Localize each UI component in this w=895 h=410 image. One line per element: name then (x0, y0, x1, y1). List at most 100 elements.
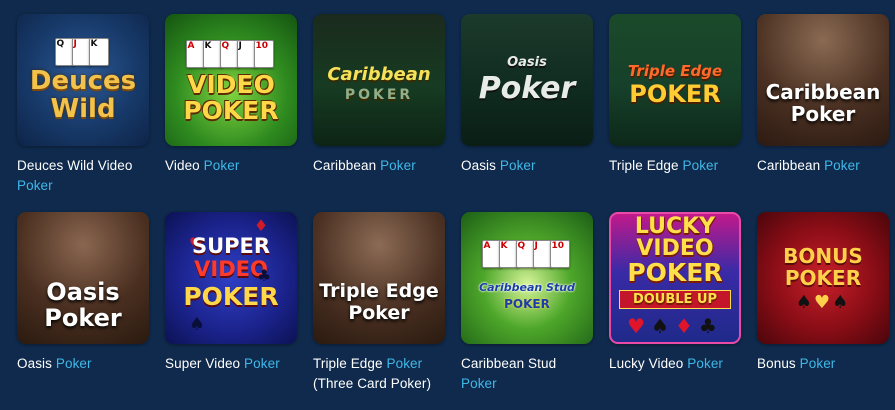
game-title-text: Bonus (757, 356, 796, 371)
game-title-highlight: Poker (687, 356, 724, 371)
thumb-title-line: POKER (629, 80, 721, 108)
thumb-title-line: POKER (183, 96, 279, 125)
game-title[interactable]: Lucky Video Poker (609, 354, 741, 374)
game-title[interactable]: Caribbean Poker (757, 156, 889, 176)
game-thumbnail[interactable]: Triple Edge POKER (609, 14, 741, 146)
game-thumbnail[interactable]: Oasis Poker (461, 14, 593, 146)
game-title-text: Caribbean Stud (461, 356, 557, 371)
game-thumbnail[interactable]: LUCKY VIDEO POKER DOUBLE UP ♥♠♦♣ (609, 212, 741, 344)
game-title-highlight: Poker (461, 376, 497, 391)
game-title[interactable]: Super Video Poker (165, 354, 297, 374)
game-thumbnail[interactable]: Oasis Poker (17, 212, 149, 344)
game-thumbnail[interactable]: Caribbean Poker (757, 14, 889, 146)
thumb-title-line: Poker (348, 302, 410, 324)
game-tile-triple-edge-poker-three-card[interactable]: Triple Edge Poker Triple Edge Poker (Thr… (313, 212, 445, 410)
game-tile-super-video-poker[interactable]: ♥ ♦ SUPER VIDEO POKER ♠ ♣ Super Video Po… (165, 212, 297, 410)
game-tile-caribbean-poker[interactable]: Caribbean POKER Caribbean Poker (313, 14, 445, 212)
club-icon: ♣ (256, 266, 272, 285)
playing-cards-icon: Q J K (17, 38, 149, 66)
game-tile-triple-edge-poker[interactable]: Triple Edge POKER Triple Edge Poker (609, 14, 741, 212)
thumb-title-line: LUCKY (634, 214, 716, 239)
spade-icon: ♠ (795, 292, 814, 313)
thumb-title-line: Deuces (29, 66, 137, 96)
thumb-title-line: Triple Edge (627, 62, 723, 80)
game-title-highlight: Poker (499, 158, 536, 173)
game-title[interactable]: Video Poker (165, 156, 297, 176)
heart-icon: ♥ (627, 314, 652, 338)
game-grid: Q J K Deuces Wild Deuces Wild Video Poke… (17, 14, 889, 410)
thumb-title-line: VIDEO (187, 70, 275, 99)
game-thumbnail[interactable]: Q J K Deuces Wild (17, 14, 149, 146)
thumb-title-line: DOUBLE UP (619, 290, 731, 309)
game-title-text: Lucky Video (609, 356, 684, 371)
thumb-title-line: POKER (784, 266, 862, 290)
game-title-text: Oasis (17, 356, 53, 371)
game-title-highlight: Poker (203, 158, 240, 173)
thumb-title-line: Poker (790, 102, 856, 126)
game-title[interactable]: Triple Edge Poker (Three Card Poker) (313, 354, 445, 394)
diamond-icon: ♦ (675, 314, 699, 338)
thumb-title-line: Poker (478, 71, 576, 106)
game-title-highlight: Poker (386, 356, 423, 371)
game-title[interactable]: Bonus Poker (757, 354, 889, 374)
game-title-highlight: Poker (244, 356, 280, 371)
game-title[interactable]: Deuces Wild Video Poker (17, 156, 149, 196)
game-title-text: Oasis (461, 158, 497, 173)
card: 10 (253, 40, 274, 68)
game-title-highlight: Poker (824, 158, 860, 173)
game-title-highlight: Poker (55, 356, 92, 371)
thumb-title-line: Triple Edge (319, 280, 439, 302)
game-thumbnail[interactable]: ♥ ♦ SUPER VIDEO POKER ♠ ♣ (165, 212, 297, 344)
game-title-text: Triple Edge (609, 158, 679, 173)
game-title-text: Super Video (165, 356, 241, 371)
game-thumbnail[interactable]: BONUS POKER ♠♥♠ (757, 212, 889, 344)
game-title[interactable]: Oasis Poker (17, 354, 149, 374)
game-title-text: Caribbean (757, 158, 821, 173)
diamond-icon: ♦ (253, 216, 269, 235)
playing-cards-icon: A K Q J 10 (461, 240, 593, 268)
thumb-title-line: Wild (50, 94, 116, 124)
thumb-title-line: POKER (627, 258, 723, 287)
game-tile-bonus-poker[interactable]: BONUS POKER ♠♥♠ Bonus Poker (757, 212, 889, 410)
game-title-highlight: Poker (17, 178, 53, 193)
club-icon: ♣ (698, 314, 723, 338)
game-thumbnail[interactable]: Triple Edge Poker (313, 212, 445, 344)
thumb-title-line: POKER (183, 282, 279, 311)
thumb-title-line: Oasis (507, 55, 547, 70)
game-tile-oasis-poker[interactable]: Oasis Poker Oasis Poker (461, 14, 593, 212)
thumb-title-line: POKER (504, 297, 550, 311)
card: K (88, 38, 109, 66)
game-tile-lucky-video-poker[interactable]: LUCKY VIDEO POKER DOUBLE UP ♥♠♦♣ Lucky V… (609, 212, 741, 410)
game-title-text: Video (165, 158, 200, 173)
spade-icon: ♠ (651, 314, 675, 338)
game-title[interactable]: Triple Edge Poker (609, 156, 741, 176)
card-suits-icon: ♠♥♠ (757, 292, 889, 313)
thumb-title-line: Caribbean (765, 80, 881, 104)
game-tile-caribbean-stud-poker[interactable]: A K Q J 10 Caribbean Stud POKER Caribbea… (461, 212, 593, 410)
thumb-title-line: Caribbean (327, 64, 431, 85)
game-title-highlight: Poker (682, 158, 719, 173)
game-tile-caribbean-poker-2[interactable]: Caribbean Poker Caribbean Poker (757, 14, 889, 212)
thumb-title-line: Poker (44, 304, 122, 332)
spade-icon: ♠ (188, 314, 206, 335)
game-tile-video-poker[interactable]: A K Q J 10 VIDEO POKER Video Poker (165, 14, 297, 212)
game-title[interactable]: Oasis Poker (461, 156, 593, 176)
game-title[interactable]: Caribbean Stud Poker (461, 354, 593, 394)
game-title-highlight: Poker (799, 356, 836, 371)
game-tile-deuces-wild-video-poker[interactable]: Q J K Deuces Wild Deuces Wild Video Poke… (17, 14, 149, 212)
game-thumbnail[interactable]: A K Q J 10 VIDEO POKER (165, 14, 297, 146)
game-title[interactable]: Caribbean Poker (313, 156, 445, 176)
game-tile-oasis-poker-2[interactable]: Oasis Poker Oasis Poker (17, 212, 149, 410)
thumb-title-line: BONUS (783, 244, 863, 268)
card: 10 (549, 240, 570, 268)
game-title-suffix: (Three Card Poker) (313, 376, 432, 391)
game-title-highlight: Poker (380, 158, 416, 173)
card-suits-icon: ♥♠♦♣ (611, 314, 739, 338)
game-thumbnail[interactable]: A K Q J 10 Caribbean Stud POKER (461, 212, 593, 344)
game-thumbnail[interactable]: Caribbean POKER (313, 14, 445, 146)
thumb-title-line: Oasis (46, 278, 120, 306)
thumb-title-line: VIDEO (636, 236, 714, 261)
playing-cards-icon: A K Q J 10 (165, 40, 297, 68)
game-title-text: Caribbean (313, 158, 377, 173)
game-title-text: Deuces Wild Video (17, 158, 133, 173)
